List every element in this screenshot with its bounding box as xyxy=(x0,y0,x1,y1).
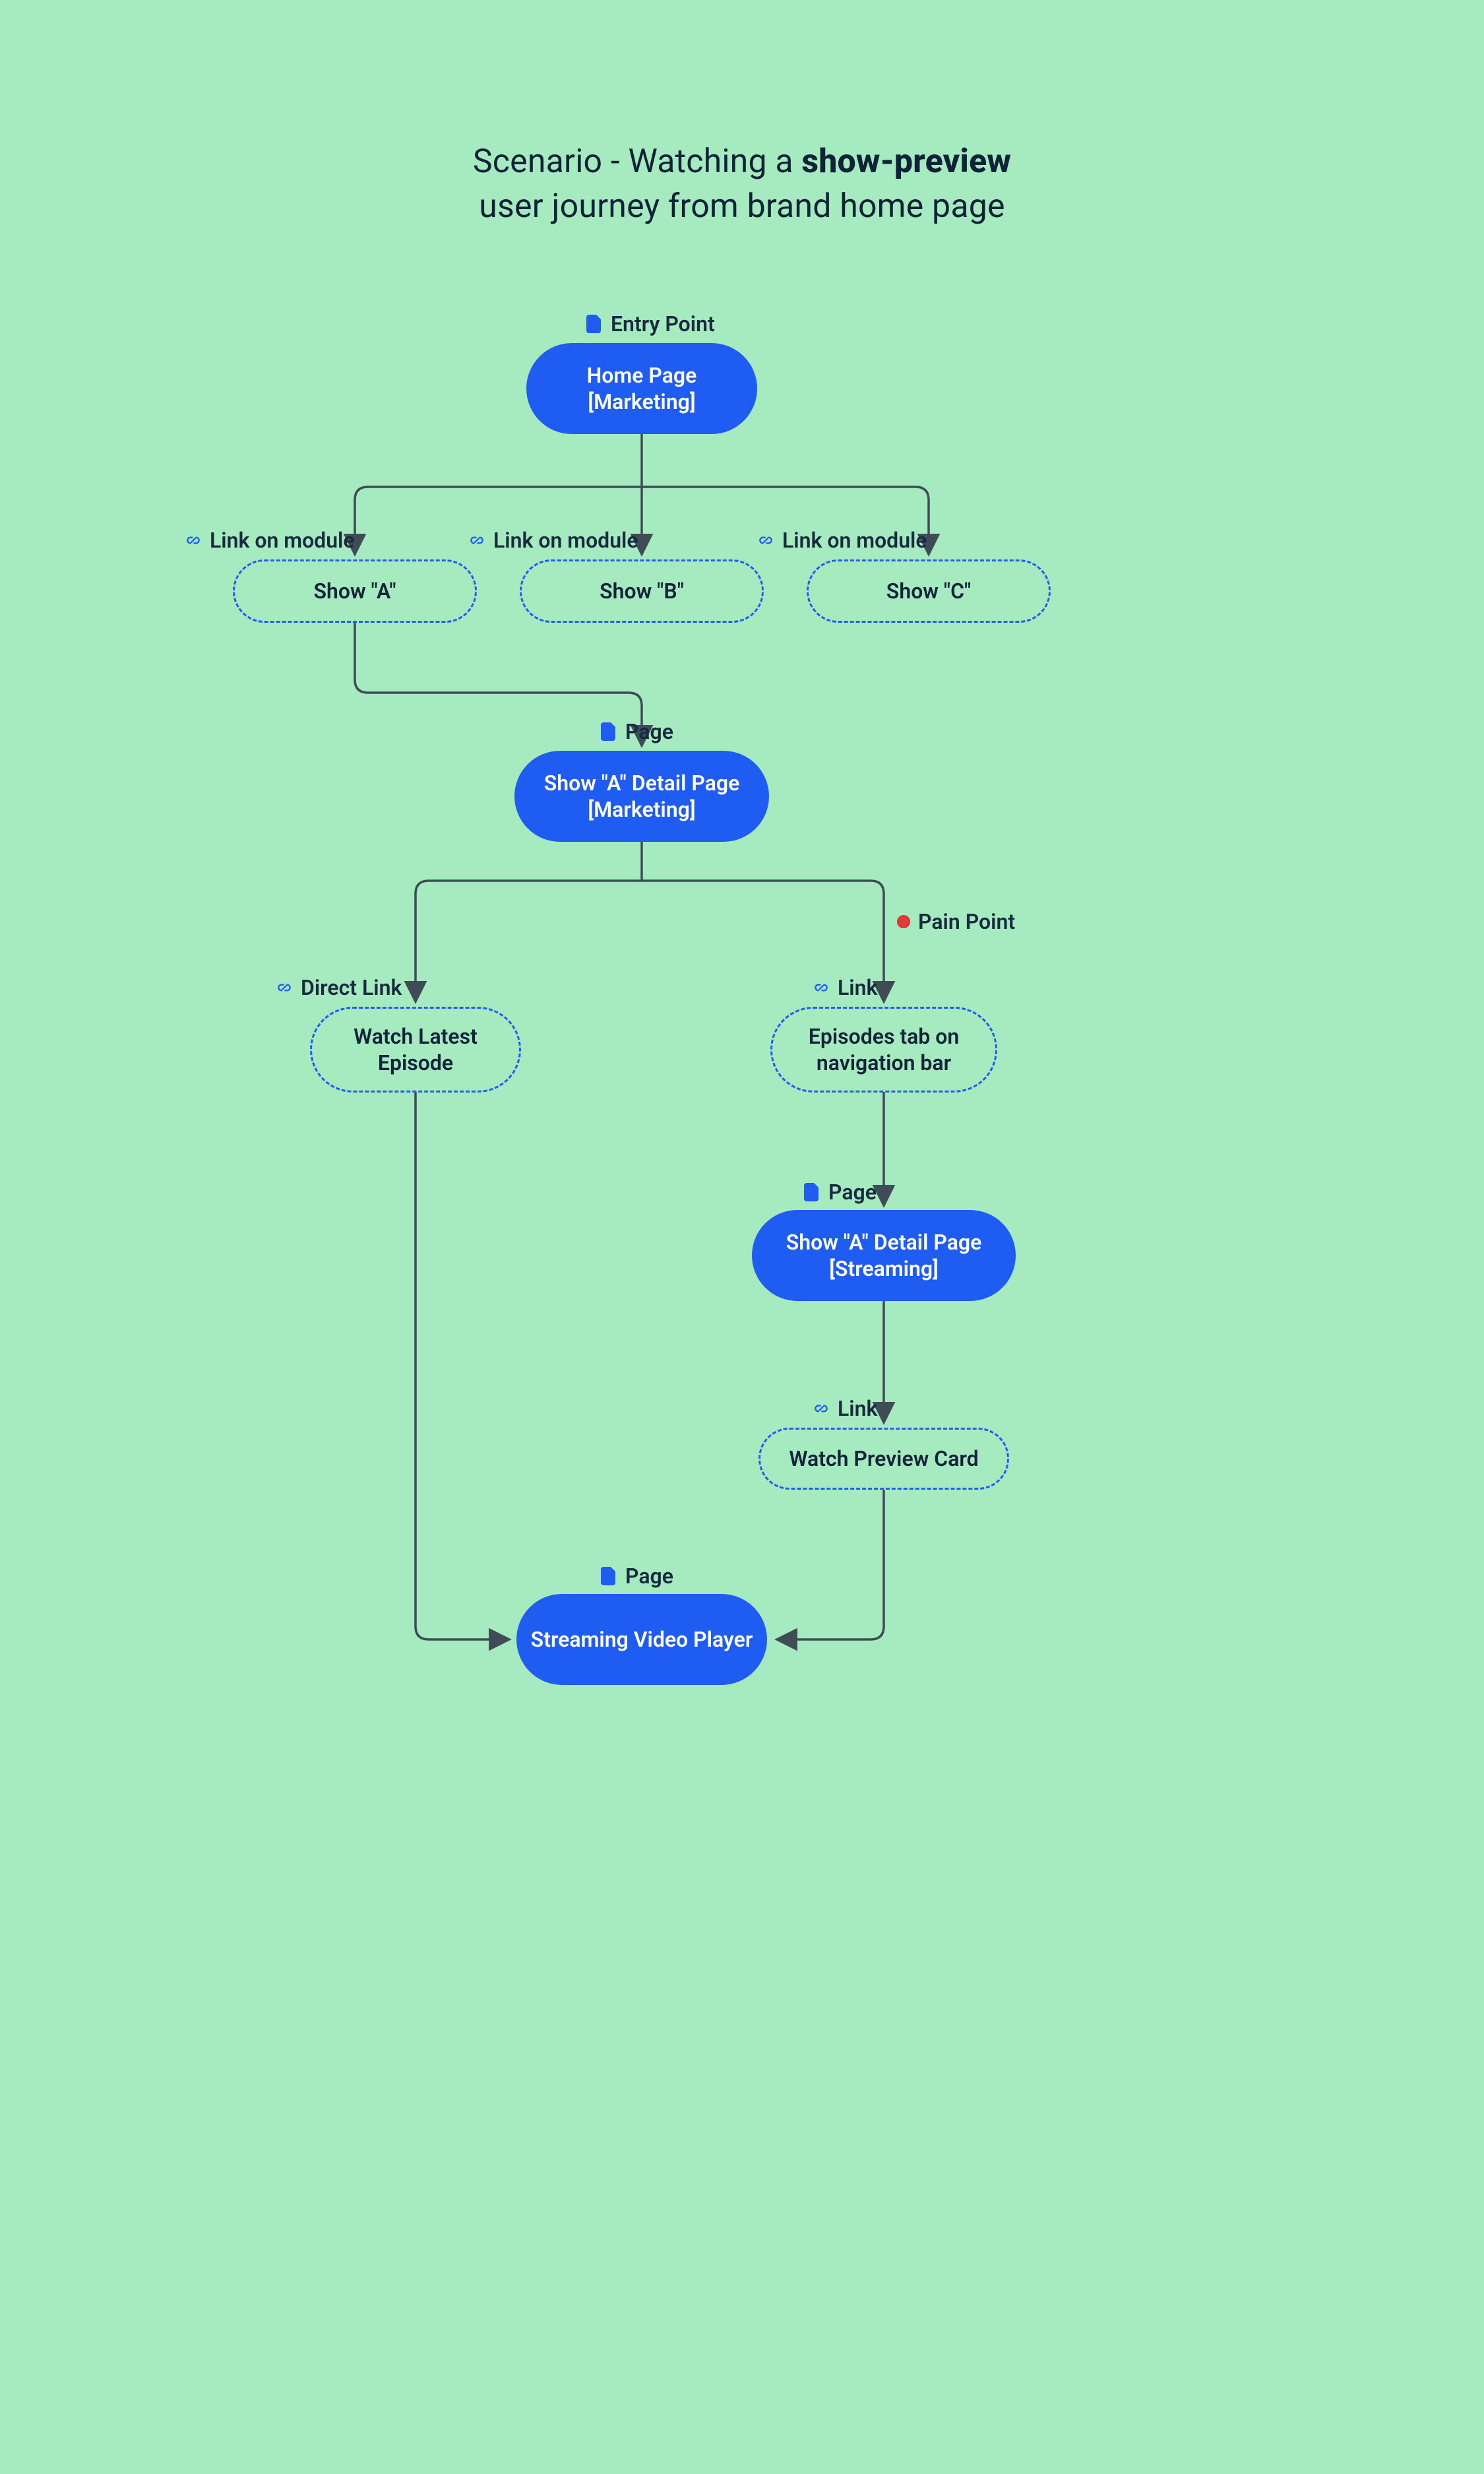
label-text: Direct Link xyxy=(301,975,402,1000)
node-video-player: Streaming Video Player xyxy=(516,1594,767,1685)
link-icon xyxy=(468,530,485,550)
label-link-preview: Link xyxy=(813,1396,877,1421)
label-text: Link on module xyxy=(210,528,355,553)
page-icon xyxy=(600,722,617,742)
title-line2: user journey from brand home page xyxy=(479,187,1005,226)
label-link-module-a: Link on module xyxy=(185,528,355,553)
link-icon xyxy=(757,530,774,550)
label-direct-link: Direct Link xyxy=(276,975,402,1000)
node-text: Show "B" xyxy=(600,578,684,604)
link-icon xyxy=(813,1399,830,1418)
node-detail-streaming: Show "A" Detail Page [Streaming] xyxy=(752,1210,1016,1301)
node-show-a: Show "A" xyxy=(233,559,477,623)
node-show-c: Show "C" xyxy=(807,559,1051,623)
label-text: Link xyxy=(838,1396,877,1421)
label-entry-point: Entry Point xyxy=(586,311,715,336)
label-text: Link on module xyxy=(782,528,927,553)
label-link-episodes: Link xyxy=(813,975,877,1000)
label-link-module-c: Link on module xyxy=(757,528,927,553)
label-page-detail: Page xyxy=(600,719,673,744)
link-icon xyxy=(185,530,202,550)
node-home-page: Home Page [Marketing] xyxy=(526,343,757,434)
pain-point-icon xyxy=(897,915,910,928)
link-icon xyxy=(276,978,293,998)
node-text: Streaming Video Player xyxy=(531,1626,753,1653)
label-text: Link xyxy=(838,975,877,1000)
label-text: Page xyxy=(828,1180,877,1205)
node-text: Show "A" Detail Page [Marketing] xyxy=(528,770,756,823)
node-text: Watch Preview Card xyxy=(789,1445,978,1472)
node-text: Show "A" Detail Page [Streaming] xyxy=(765,1229,1003,1282)
label-pain-point: Pain Point xyxy=(897,909,1015,934)
label-page-player: Page xyxy=(600,1564,673,1589)
label-text: Entry Point xyxy=(611,311,715,336)
node-text: Show "C" xyxy=(886,578,971,604)
title-bold: show-preview xyxy=(801,143,1011,181)
flow-canvas: Scenario - Watching a show-preview user … xyxy=(0,0,1484,2474)
label-text: Page xyxy=(625,719,673,744)
node-text: Watch Latest Episode xyxy=(325,1023,506,1076)
node-detail-marketing: Show "A" Detail Page [Marketing] xyxy=(514,751,769,842)
label-text: Pain Point xyxy=(918,909,1015,934)
node-text: Home Page [Marketing] xyxy=(540,362,744,415)
node-watch-latest: Watch Latest Episode xyxy=(310,1007,521,1093)
page-icon xyxy=(803,1182,820,1202)
label-text: Page xyxy=(625,1564,673,1589)
page-icon xyxy=(600,1566,617,1586)
node-text: Show "A" xyxy=(313,578,396,604)
node-show-b: Show "B" xyxy=(520,559,764,623)
node-episodes-tab: Episodes tab on navigation bar xyxy=(770,1007,997,1093)
node-watch-preview: Watch Preview Card xyxy=(758,1428,1009,1490)
node-text: Episodes tab on navigation bar xyxy=(786,1023,982,1076)
link-icon xyxy=(813,978,830,998)
diagram-title: Scenario - Watching a show-preview user … xyxy=(0,140,1484,229)
label-page-streaming: Page xyxy=(803,1180,877,1205)
title-prefix: Scenario - Watching a xyxy=(473,143,802,181)
page-icon xyxy=(586,314,603,334)
label-text: Link on module xyxy=(493,528,638,553)
label-link-module-b: Link on module xyxy=(468,528,638,553)
